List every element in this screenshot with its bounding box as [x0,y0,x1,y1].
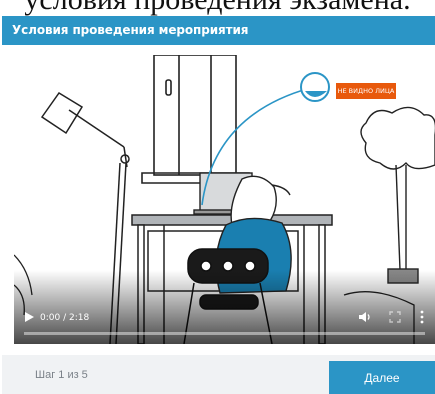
modal-title: Условия проведения мероприятия [12,23,249,37]
step-indicator: Шаг 1 из 5 [35,369,88,381]
more-options-icon[interactable] [418,310,426,324]
video-time: 0:00 / 2:18 [40,313,90,323]
modal-footer: Шаг 1 из 5 Далее [2,355,435,394]
conditions-modal: Условия проведения мероприятия НЕ ВИДНО … [2,16,435,394]
video-progress-bar[interactable] [24,332,425,335]
no-face-warning-label: НЕ ВИДНО ЛИЦА [336,83,396,99]
next-button[interactable]: Далее [329,361,435,394]
video-player[interactable]: НЕ ВИДНО ЛИЦА 0:00 / 2:18 [14,55,435,344]
volume-icon[interactable] [358,311,372,323]
play-icon[interactable] [23,311,35,323]
modal-header: Условия проведения мероприятия [2,16,435,45]
video-controls: 0:00 / 2:18 [14,305,435,344]
fullscreen-icon[interactable] [389,311,401,323]
